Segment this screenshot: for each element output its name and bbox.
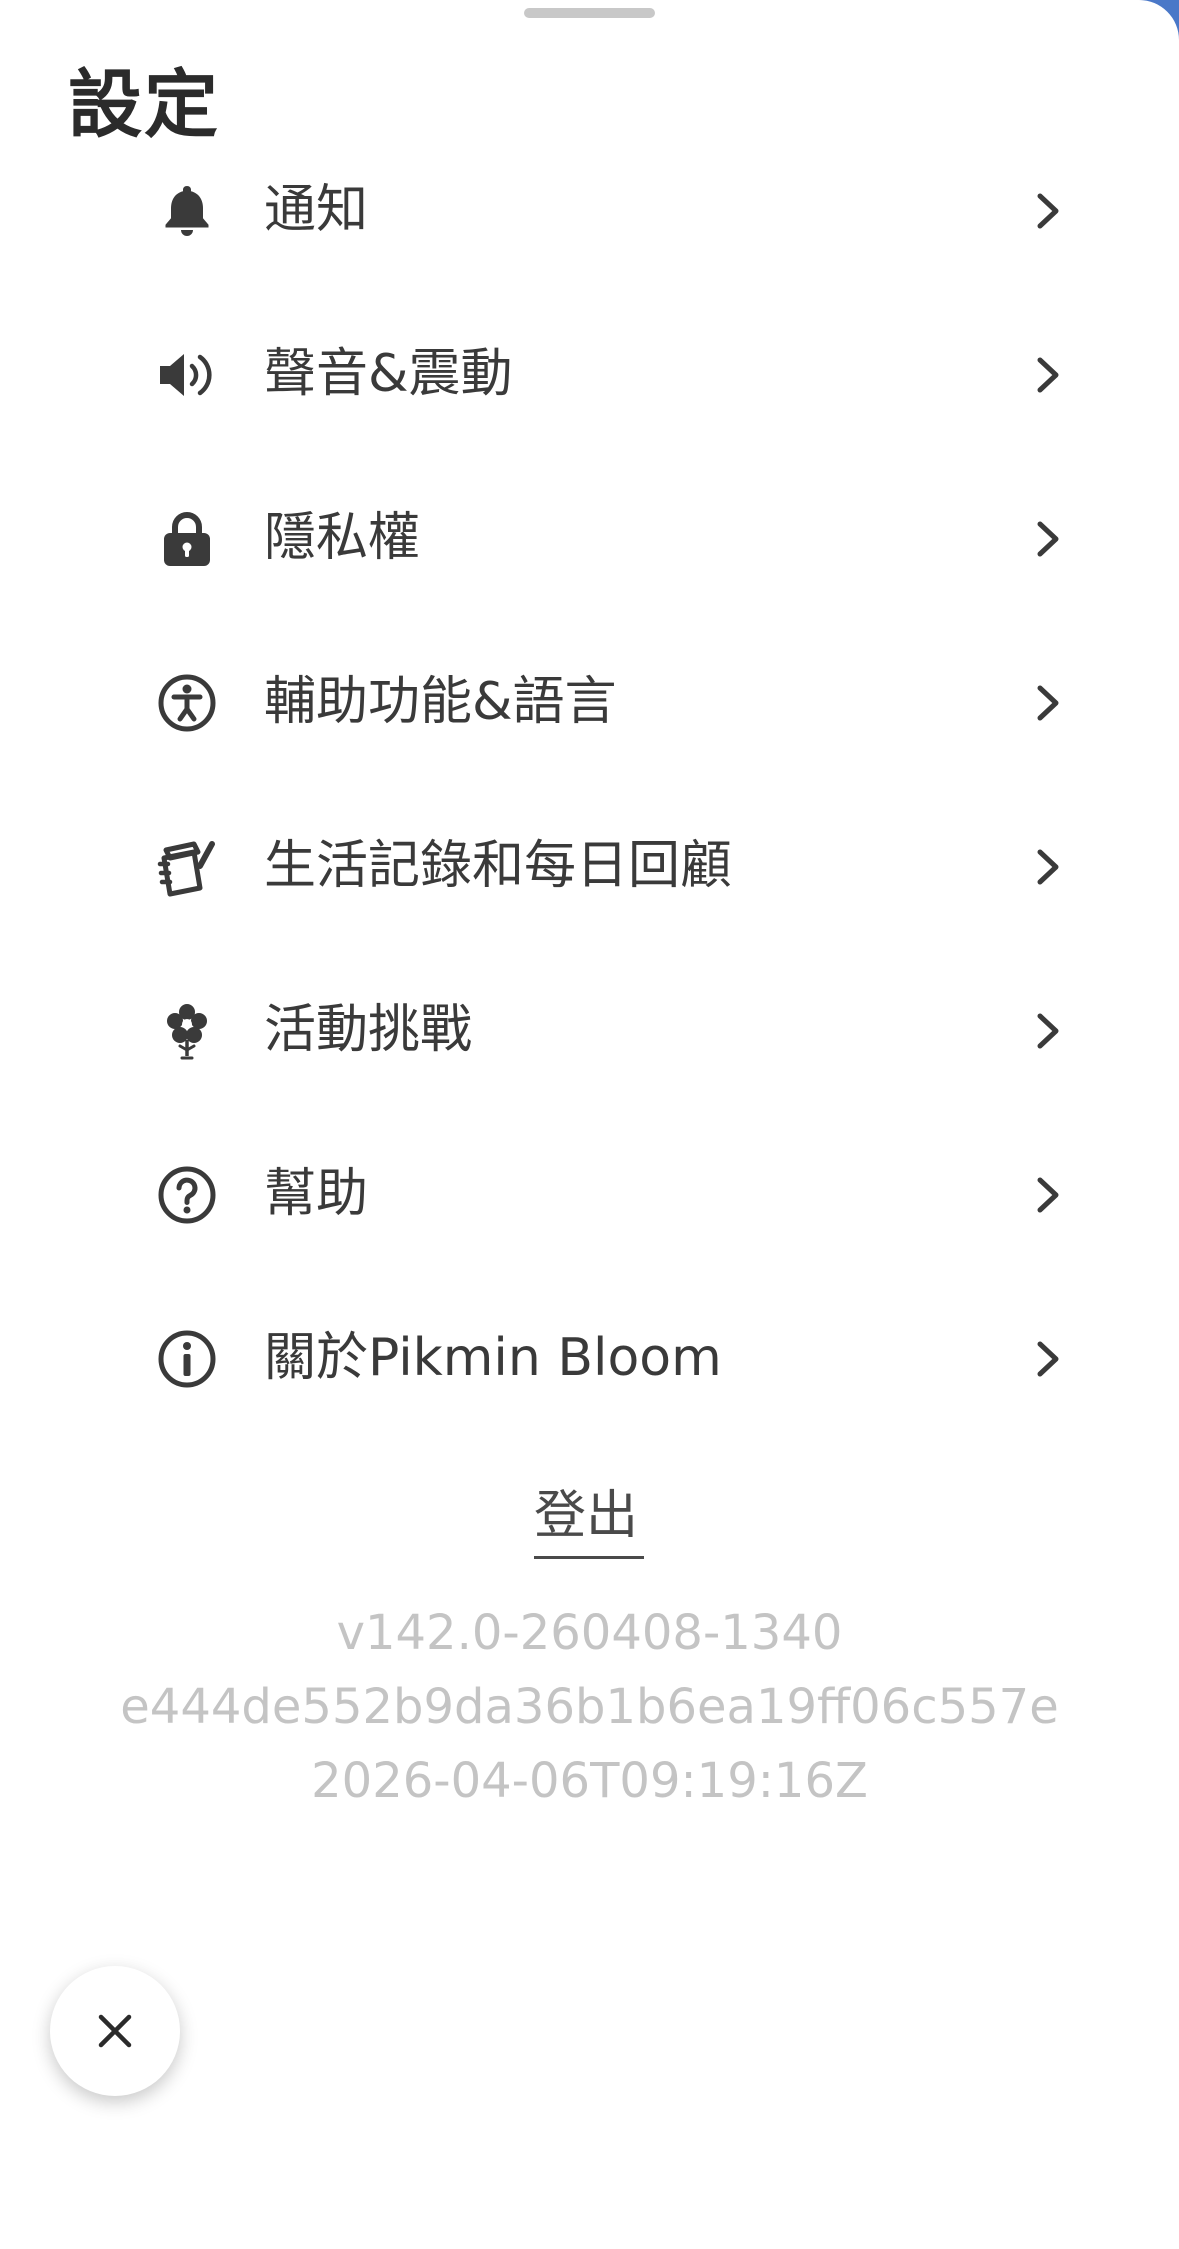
chevron-right-icon — [1030, 1175, 1066, 1215]
speaker-icon — [156, 344, 218, 406]
menu-item-label: 關於Pikmin Bloom — [264, 1328, 722, 1388]
logout-link[interactable]: 登出 — [534, 1484, 638, 1548]
close-button[interactable] — [50, 1966, 180, 2096]
menu-item-accessibility-language[interactable]: 輔助功能&語言 — [0, 620, 1179, 784]
chevron-right-icon — [1030, 847, 1066, 887]
menu-item-lifelog-review[interactable]: 生活記錄和每日回顧 — [0, 784, 1179, 948]
version-info: v142.0-260408-1340 e444de552b9da36b1b6ea… — [0, 1596, 1179, 1818]
menu-item-label: 輔助功能&語言 — [264, 672, 617, 732]
journal-icon — [156, 836, 218, 898]
drag-handle[interactable] — [524, 8, 655, 18]
menu-item-label: 幫助 — [264, 1164, 369, 1224]
bell-icon — [156, 180, 218, 242]
build-hash: e444de552b9da36b1b6ea19ff06c557e — [120, 1679, 1059, 1735]
menu-item-notifications[interactable]: 通知 — [0, 128, 1179, 292]
menu-item-label: 隱私權 — [264, 508, 421, 568]
menu-item-label: 生活記錄和每日回顧 — [264, 836, 733, 896]
menu-item-privacy[interactable]: 隱私權 — [0, 456, 1179, 620]
info-icon — [156, 1328, 218, 1390]
menu-item-sound-vibration[interactable]: 聲音&震動 — [0, 292, 1179, 456]
logout-underline — [534, 1556, 644, 1559]
build-timestamp: 2026-04-06T09:19:16Z — [311, 1753, 868, 1809]
menu-item-about[interactable]: 關於Pikmin Bloom — [0, 1276, 1179, 1440]
flower-icon — [156, 1000, 218, 1062]
settings-sheet: 設定 通知 聲音&震動 隱私權 輔助功能&語言 生活記錄和每日回顧 活動挑戰 幫… — [0, 0, 1179, 2249]
menu-item-challenges[interactable]: 活動挑戰 — [0, 948, 1179, 1112]
menu-item-label: 通知 — [264, 180, 369, 240]
chevron-right-icon — [1030, 1339, 1066, 1379]
chevron-right-icon — [1030, 519, 1066, 559]
menu-item-help[interactable]: 幫助 — [0, 1112, 1179, 1276]
accessibility-icon — [156, 672, 218, 734]
menu-item-label: 聲音&震動 — [264, 344, 513, 404]
version-number: v142.0-260408-1340 — [336, 1605, 843, 1661]
lock-icon — [156, 508, 218, 570]
chevron-right-icon — [1030, 191, 1066, 231]
chevron-right-icon — [1030, 683, 1066, 723]
close-icon — [98, 2014, 132, 2048]
chevron-right-icon — [1030, 355, 1066, 395]
chevron-right-icon — [1030, 1011, 1066, 1051]
menu-item-label: 活動挑戰 — [264, 1000, 473, 1060]
help-icon — [156, 1164, 218, 1226]
